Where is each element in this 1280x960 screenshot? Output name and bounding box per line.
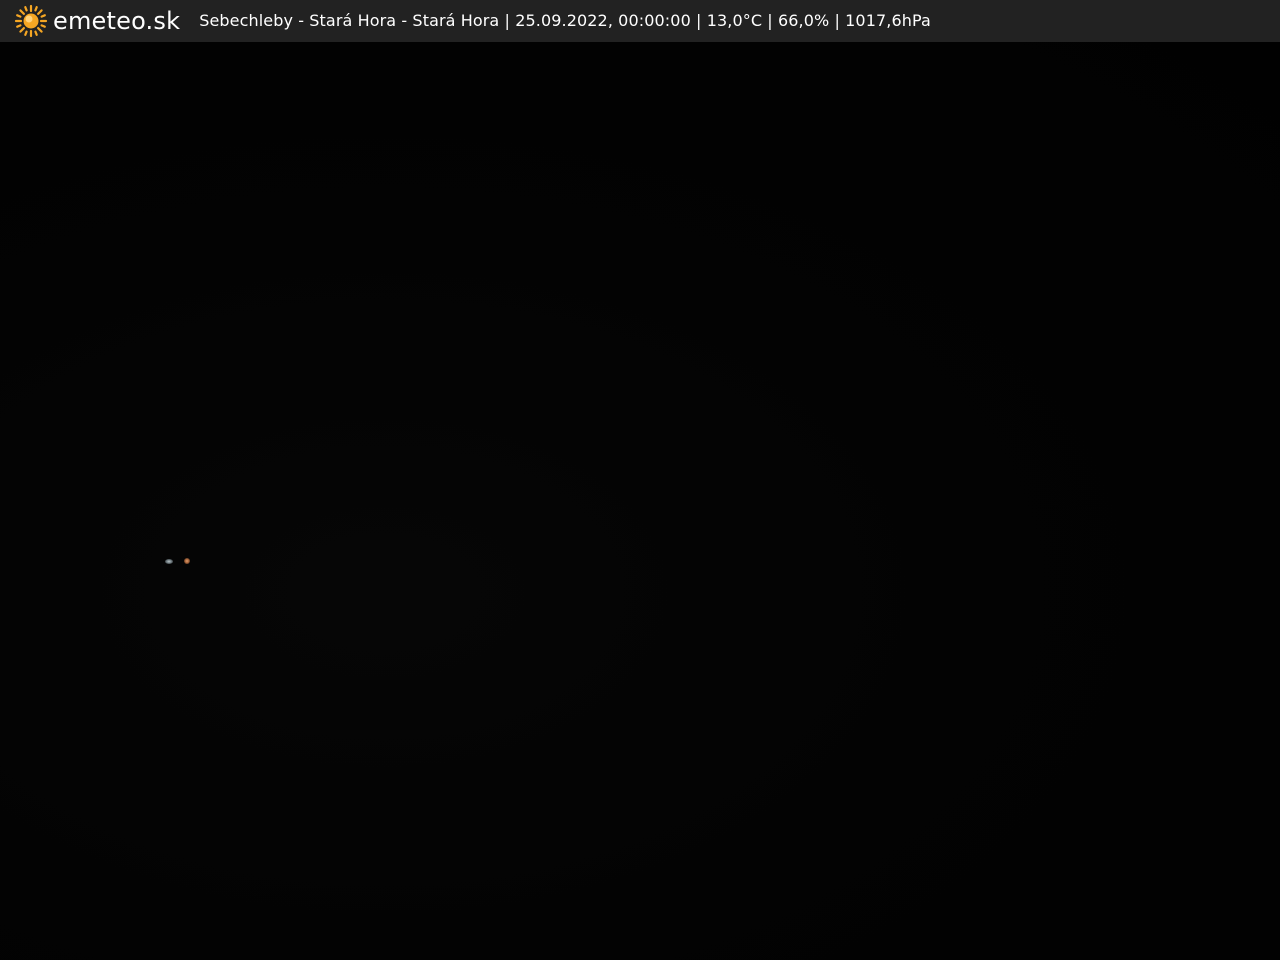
webcam-image: emeteo.sk Sebechleby - Stará Hora - Star…: [0, 0, 1280, 960]
caption-bar: emeteo.sk Sebechleby - Stará Hora - Star…: [0, 0, 1280, 42]
distant-light-orange: [184, 558, 190, 564]
webcam-caption: Sebechleby - Stará Hora - Stará Hora | 2…: [199, 11, 931, 30]
distant-light-white: [165, 559, 173, 564]
brand-name: emeteo.sk: [53, 7, 181, 35]
sun-icon: [14, 4, 48, 38]
night-scene: [0, 42, 1280, 960]
